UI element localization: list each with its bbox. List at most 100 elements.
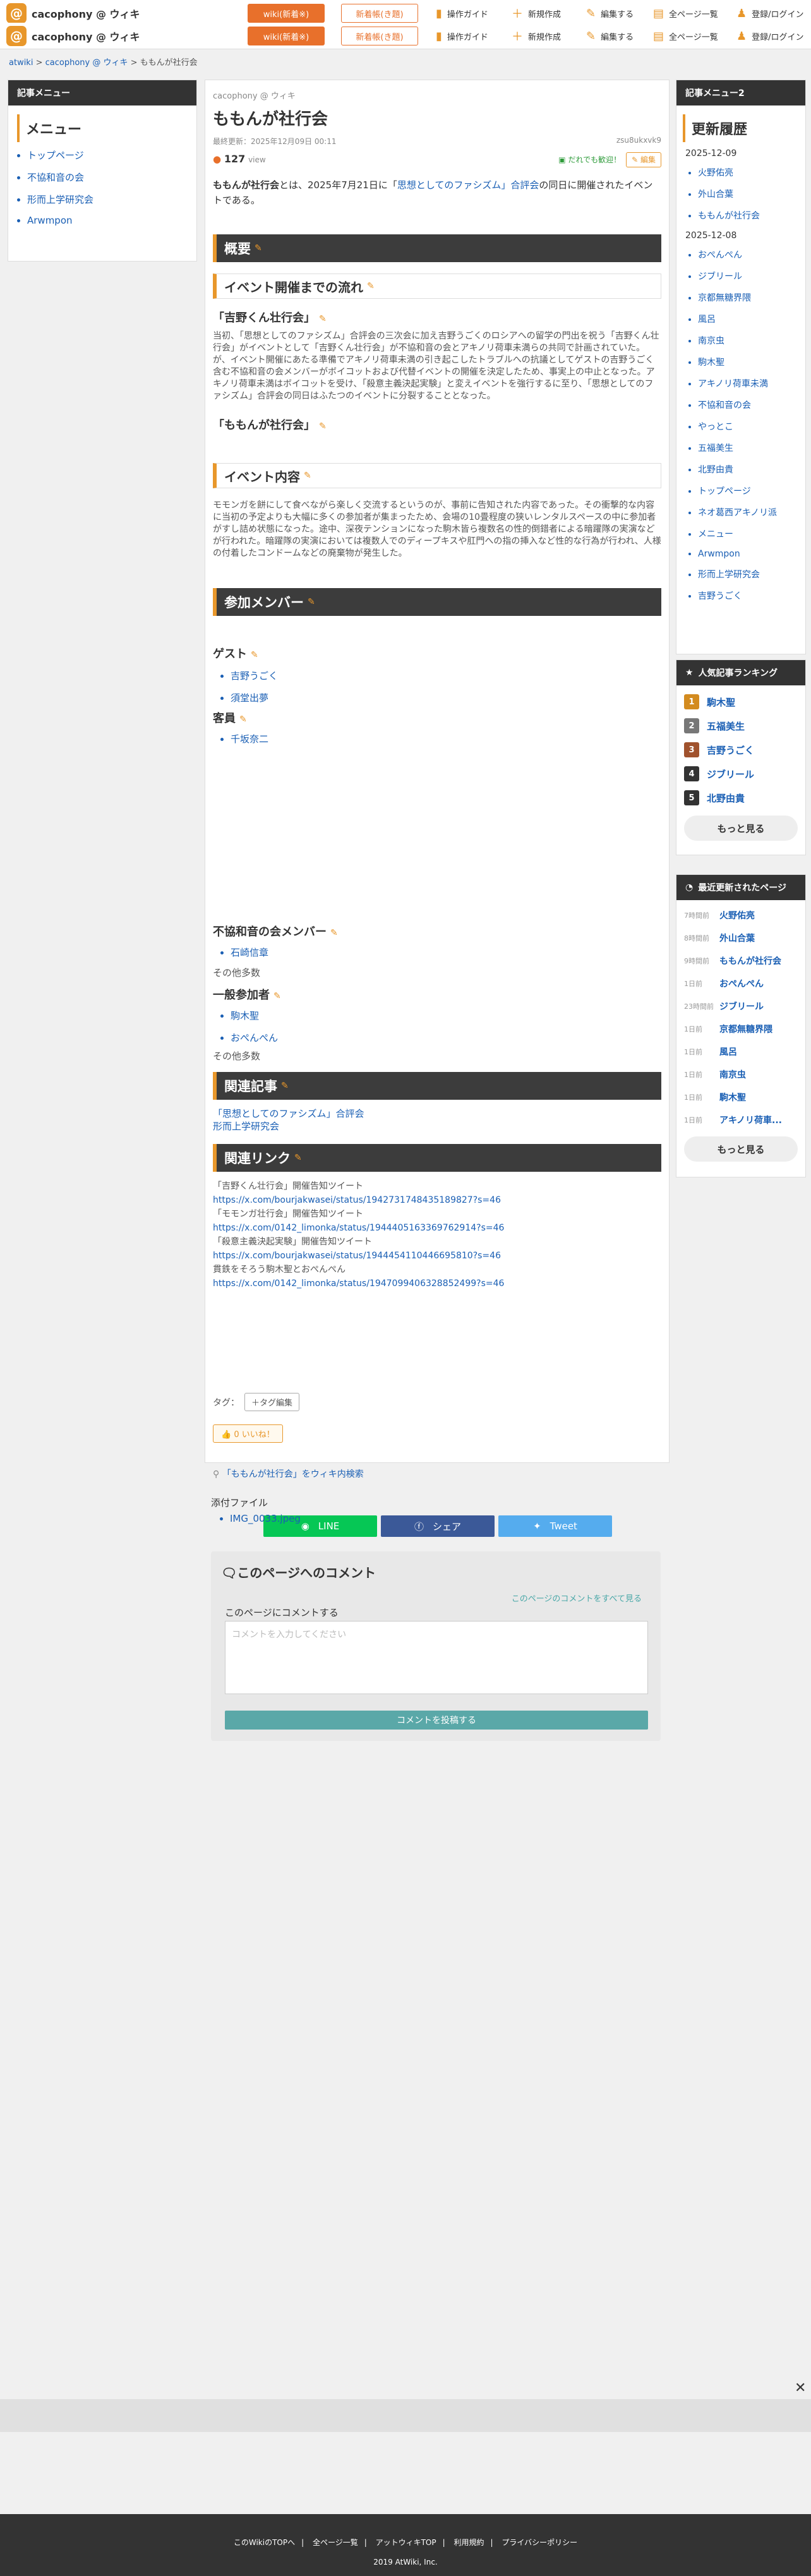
comment-label: このページにコメントする <box>225 1607 339 1618</box>
update-item[interactable]: 形而上学研究会 <box>698 570 760 580</box>
update-item[interactable]: Arwmpon <box>698 549 740 559</box>
recent-more-button[interactable]: もっと見る <box>684 1136 798 1162</box>
ranking-item[interactable]: 3 吉野うごく <box>684 742 805 757</box>
tweet-link[interactable]: https://x.com/0142_limonka/status/194709… <box>213 1277 504 1291</box>
heading-flow: イベント開催までの流れ ✎ <box>213 274 661 299</box>
update-item[interactable]: 外山合葉 <box>698 190 733 200</box>
nav-new[interactable]: ＋新規作成 <box>512 23 561 49</box>
close-icon[interactable]: ✕ <box>795 2380 806 2396</box>
kyaku-item[interactable]: 千坂奈二 <box>231 733 268 745</box>
submit-comment-button[interactable]: コメントを投稿する <box>225 1711 648 1730</box>
update-item[interactable]: 吉野うごく <box>698 591 742 601</box>
tweet-link[interactable]: https://x.com/bourjakwasei/status/194273… <box>213 1193 504 1207</box>
general-item[interactable]: おぺんぺん <box>231 1032 278 1044</box>
fukyo-item[interactable]: 石崎信章 <box>231 947 268 958</box>
ranking-link[interactable]: 吉野うごく <box>707 743 754 757</box>
recent-link[interactable]: 風呂 <box>719 1045 737 1058</box>
update-item[interactable]: 火野佑亮 <box>698 168 733 178</box>
update-item[interactable]: 五福美生 <box>698 443 733 454</box>
like-button[interactable]: 👍 0 いいね！ <box>213 1424 283 1443</box>
recent-item[interactable]: 1日前 おぺんぺん <box>684 977 805 990</box>
update-item[interactable]: ももんが社行会 <box>698 211 760 221</box>
breadcrumb-atwiki[interactable]: atwiki <box>9 58 33 68</box>
breadcrumb-wiki[interactable]: cacophony @ ウィキ <box>45 58 128 68</box>
ranking-item[interactable]: 1 駒木聖 <box>684 694 805 709</box>
update-item[interactable]: 風呂 <box>698 315 716 325</box>
recent-item[interactable]: 1日前 アキノリ荷車... <box>684 1114 805 1126</box>
free-new-button[interactable]: 新着帳(き題) <box>341 27 418 45</box>
recent-link[interactable]: 南京虫 <box>719 1068 746 1081</box>
recent-link[interactable]: ももんが社行会 <box>719 954 781 967</box>
menu-item[interactable]: 形而上学研究会 <box>27 194 93 205</box>
recent-link[interactable]: ジブリール <box>719 1000 764 1013</box>
update-item[interactable]: 駒木聖 <box>698 358 724 368</box>
intro-link[interactable]: 思想としてのファシズム」合評会 <box>397 179 539 191</box>
footer-link[interactable]: プライバシーポリシー <box>502 2538 577 2547</box>
nav-login[interactable]: ♟ 登録/ログイン <box>736 23 804 49</box>
ranking-item[interactable]: 4 ジブリール <box>684 766 805 781</box>
ranking-more-button[interactable]: もっと見る <box>684 816 798 841</box>
update-item[interactable]: ネオ葛西アキノリ派 <box>698 508 777 518</box>
free-new-button[interactable]: 新着帳(き題) <box>341 4 418 23</box>
comment-textarea[interactable]: コメントを入力してください <box>225 1621 648 1694</box>
ranking-link[interactable]: ジブリール <box>707 767 754 781</box>
recent-item[interactable]: 1日前 南京虫 <box>684 1068 805 1081</box>
recent-link[interactable]: 外山合葉 <box>719 932 755 944</box>
menu-item[interactable]: Arwmpon <box>27 215 73 226</box>
recent-link[interactable]: 京都無糖界隈 <box>719 1023 772 1035</box>
recent-item[interactable]: 1日前 風呂 <box>684 1045 805 1058</box>
recent-link[interactable]: 火野佑亮 <box>719 909 755 922</box>
attachment-file[interactable]: IMG_0033.jpeg <box>230 1513 301 1524</box>
ranking-link[interactable]: 五福美生 <box>707 719 745 733</box>
update-item[interactable]: ジブリール <box>698 272 742 282</box>
guest-item[interactable]: 須堂出夢 <box>231 692 268 704</box>
edit-button[interactable]: ✎ 編集 <box>626 152 661 167</box>
recent-link[interactable]: 駒木聖 <box>719 1091 746 1104</box>
recent-item[interactable]: 1日前 京都無糖界隈 <box>684 1023 805 1035</box>
site-logo[interactable]: @ cacophony @ ウィキ <box>6 3 196 23</box>
twitter-share-button[interactable]: ✦ Tweet <box>498 1515 612 1537</box>
wiki-new-button[interactable]: wiki(新着※) <box>248 27 325 45</box>
wiki-search-link[interactable]: ⚲ 「ももんが社行会」をウィキ内検索 <box>213 1467 364 1480</box>
update-item[interactable]: 京都無糖界隈 <box>698 293 751 303</box>
ranking-item[interactable]: 5 北野由貴 <box>684 790 805 805</box>
recent-item[interactable]: 7時間前 火野佑亮 <box>684 909 805 922</box>
nav-guide[interactable]: ▮ 操作ガイド <box>436 23 488 49</box>
general-item[interactable]: 駒木聖 <box>231 1010 259 1021</box>
tweet-link[interactable]: https://x.com/0142_limonka/status/194440… <box>213 1221 504 1235</box>
recent-item[interactable]: 8時間前 外山合葉 <box>684 932 805 944</box>
nav-list[interactable]: ▤ 全ページ一覧 <box>653 23 718 49</box>
recent-link[interactable]: おぺんぺん <box>719 977 764 990</box>
update-item[interactable]: トップページ <box>698 486 751 497</box>
wiki-new-button[interactable]: wiki(新着※) <box>248 4 325 23</box>
related-link[interactable]: 形而上学研究会 <box>213 1120 364 1133</box>
update-item[interactable]: おぺんぺん <box>698 250 742 260</box>
footer-link[interactable]: 利用規約 <box>454 2538 484 2547</box>
menu-item[interactable]: トップページ <box>27 150 84 161</box>
update-item[interactable]: メニュー <box>698 529 733 539</box>
tag-edit-button[interactable]: ＋タグ編集 <box>244 1393 300 1411</box>
update-item[interactable]: やっとこ <box>698 422 733 432</box>
ranking-link[interactable]: 北野由貴 <box>707 791 745 805</box>
ranking-link[interactable]: 駒木聖 <box>707 695 735 709</box>
facebook-share-button[interactable]: ⓕ シェア <box>381 1515 495 1537</box>
update-item[interactable]: 南京虫 <box>698 336 724 346</box>
site-logo[interactable]: @ cacophony @ ウィキ <box>6 25 196 46</box>
footer-link[interactable]: このWikiのTOPへ <box>234 2538 295 2547</box>
menu-item[interactable]: 不協和音の会 <box>27 172 84 183</box>
update-item[interactable]: アキノリ荷車未満 <box>698 379 768 389</box>
guest-item[interactable]: 吉野うごく <box>231 670 278 682</box>
recent-item[interactable]: 1日前 駒木聖 <box>684 1091 805 1104</box>
recent-item[interactable]: 23時間前 ジブリール <box>684 1000 805 1013</box>
all-comments-link[interactable]: このページのコメントをすべて見る <box>512 1592 642 1604</box>
related-link[interactable]: 「思想としてのファシズム」合評会 <box>213 1107 364 1120</box>
ranking-item[interactable]: 2 五福美生 <box>684 718 805 733</box>
nav-edit[interactable]: ✎ 編集する <box>586 23 634 49</box>
recent-item[interactable]: 9時間前 ももんが社行会 <box>684 954 805 967</box>
update-item[interactable]: 不協和音の会 <box>698 400 751 411</box>
footer-link[interactable]: 全ページ一覧 <box>313 2538 358 2547</box>
recent-link[interactable]: アキノリ荷車... <box>719 1114 782 1126</box>
footer-link[interactable]: アットウィキTOP <box>376 2538 436 2547</box>
tweet-link[interactable]: https://x.com/bourjakwasei/status/194445… <box>213 1249 504 1263</box>
update-item[interactable]: 北野由貴 <box>698 465 733 475</box>
